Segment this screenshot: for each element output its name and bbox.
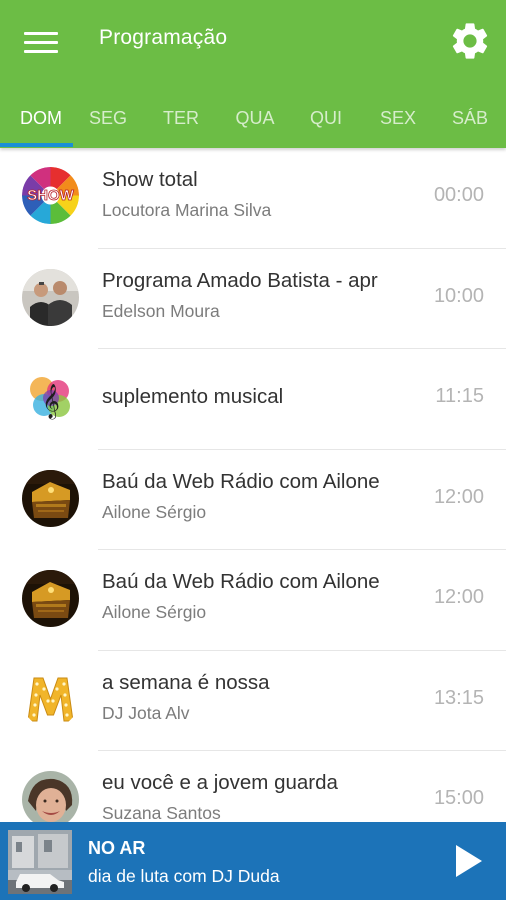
list-item[interactable]: Programa Amado Batista - apr Edelson Mou… — [0, 249, 506, 350]
program-time: 11:15 — [435, 385, 484, 407]
program-time: 15:00 — [433, 787, 484, 809]
on-air-label: NO AR — [88, 838, 146, 858]
program-time: 10:00 — [433, 284, 484, 307]
list-item[interactable]: Baú da Web Rádio com Ailone Ailone Sérgi… — [0, 450, 506, 551]
now-playing-title: dia de luta com DJ Duda — [88, 866, 280, 886]
program-title: Baú da Web Rádio com Ailone — [102, 570, 380, 593]
tab-qua[interactable]: QUA — [219, 88, 291, 148]
now-playing-bar[interactable]: NO AR dia de luta com DJ Duda — [0, 822, 506, 900]
tab-sex[interactable]: SEX — [362, 88, 434, 148]
show-logo-avatar: SHOW — [22, 167, 79, 224]
program-time: 13:15 — [433, 686, 484, 709]
program-title: a semana é nossa — [102, 670, 270, 694]
tab-dom[interactable]: DOM — [0, 88, 82, 148]
program-title: Show total — [102, 168, 198, 191]
tab-ter[interactable]: TER — [145, 88, 217, 148]
list-item[interactable]: a semana é nossa DJ Jota Alv 13:15 — [0, 651, 506, 752]
golden-chest-photo-avatar — [22, 469, 79, 527]
program-time: 00:00 — [433, 184, 484, 206]
program-host: Ailone Sérgio — [102, 602, 207, 622]
marquee-letter-m-avatar — [22, 670, 79, 728]
program-time: 12:00 — [433, 586, 484, 608]
app-bar: Programação DOM SEG TER QUA QUI SEX SÁB — [0, 0, 506, 148]
woman-photo-avatar — [22, 771, 79, 828]
list-item[interactable]: 𝄞 suplemento musical 11:15 — [0, 349, 506, 450]
page-title: Programação — [99, 26, 228, 49]
street-car-photo-thumbnail — [8, 830, 72, 894]
tab-indicator — [0, 143, 73, 147]
gear-icon[interactable] — [448, 19, 492, 63]
list-item[interactable]: SHOW Show total Locutora Marina Silva 00… — [0, 148, 506, 249]
hamburger-menu-icon[interactable] — [18, 25, 64, 59]
program-title: Programa Amado Batista - apr — [102, 268, 378, 292]
program-time: 12:00 — [433, 485, 484, 508]
day-tabs: DOM SEG TER QUA QUI SEX SÁB — [0, 88, 506, 148]
list-item[interactable]: Baú da Web Rádio com Ailone Ailone Sérgi… — [0, 550, 506, 651]
program-host: DJ Jota Alv — [102, 702, 190, 723]
program-title: eu você e a jovem guarda — [102, 771, 338, 794]
golden-chest-photo-avatar — [22, 570, 79, 627]
program-host: Suzana Santos — [102, 803, 221, 823]
program-host: Locutora Marina Silva — [102, 200, 272, 220]
program-title: Baú da Web Rádio com Ailone — [102, 469, 380, 493]
play-icon[interactable] — [452, 843, 484, 879]
tab-sab[interactable]: SÁB — [434, 88, 506, 148]
tab-qui[interactable]: QUI — [290, 88, 362, 148]
two-men-photo-avatar — [22, 268, 79, 326]
rainbow-treble-clef-avatar: 𝄞 — [22, 369, 79, 426]
schedule-list: SHOW Show total Locutora Marina Silva 00… — [0, 148, 506, 852]
tab-seg[interactable]: SEG — [72, 88, 144, 148]
svg-text:𝄞: 𝄞 — [42, 384, 60, 420]
svg-text:SHOW: SHOW — [27, 187, 75, 204]
program-title: suplemento musical — [102, 385, 284, 408]
program-host: Edelson Moura — [102, 300, 220, 321]
program-host: Ailone Sérgio — [102, 501, 207, 522]
